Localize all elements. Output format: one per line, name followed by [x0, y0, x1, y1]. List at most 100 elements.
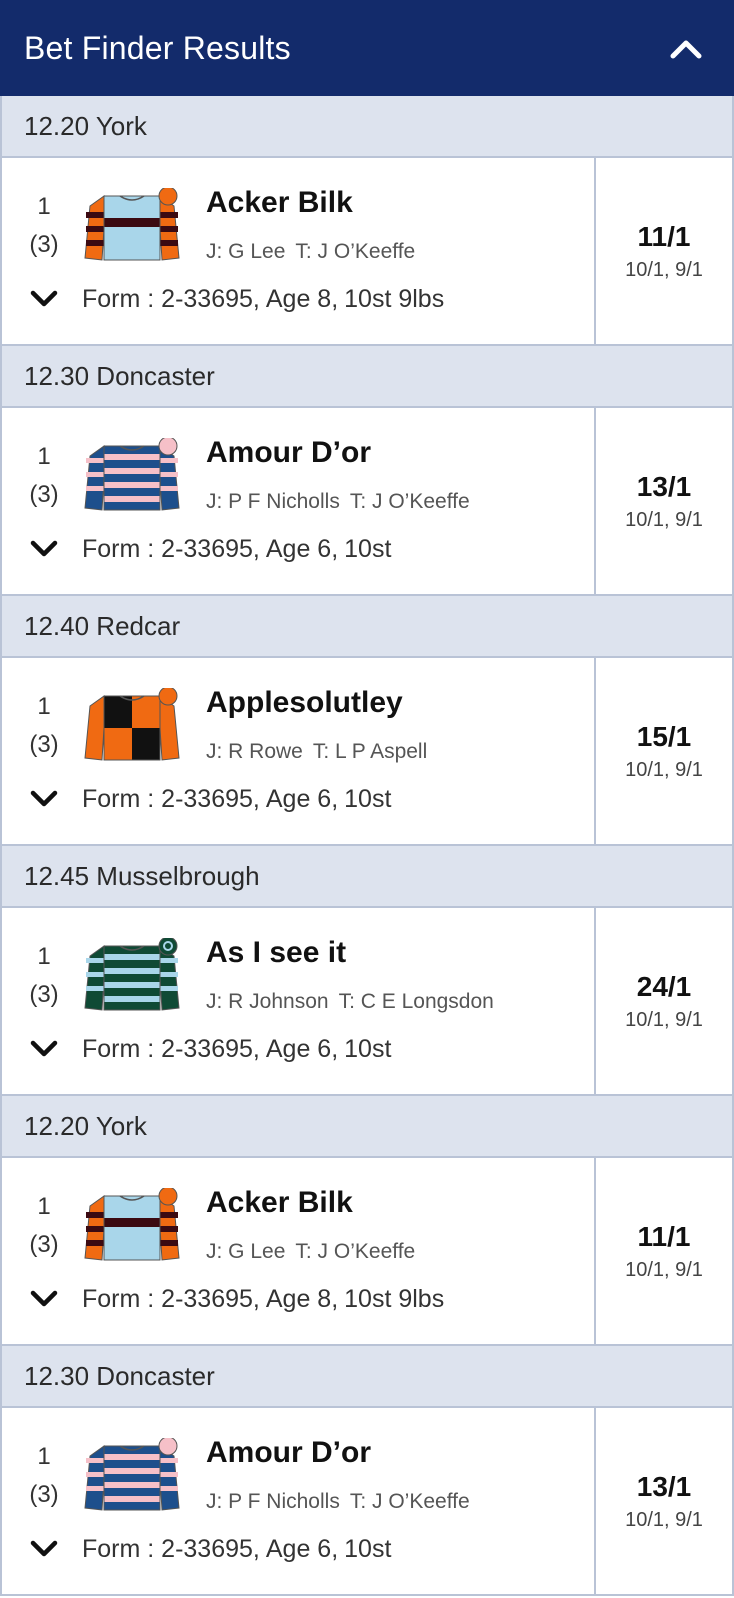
jockey-name: J: G Lee	[206, 1240, 286, 1263]
expand-button[interactable]	[28, 288, 60, 314]
race-header[interactable]: 12.45 Musselbrough	[2, 846, 732, 908]
runner-position-block: 1 (3)	[24, 438, 64, 514]
race-label: 12.30 Doncaster	[24, 1360, 215, 1391]
runner-row: 1 (3) Acker Bilk J: G Lee T: J O’Keeffe F…	[2, 1158, 732, 1346]
bet-finder-results-panel: Bet Finder Results 12.20 York 1 (3) Acke…	[0, 0, 734, 1598]
form-summary: Form : 2-33695, Age 8, 10st 9lbs	[82, 1285, 444, 1314]
race-header[interactable]: 12.30 Doncaster	[2, 1346, 732, 1408]
previous-odds: 10/1, 9/1	[625, 1258, 703, 1281]
draw-number: (3)	[29, 731, 59, 758]
horse-name[interactable]: As I see it	[206, 936, 346, 970]
jockey-trainer: J: G Lee T: J O’Keeffe	[206, 240, 415, 264]
collapse-button[interactable]	[666, 28, 706, 68]
race-header[interactable]: 12.30 Doncaster	[2, 346, 732, 408]
horse-name[interactable]: Applesolutley	[206, 686, 403, 720]
runner-position-block: 1 (3)	[24, 1438, 64, 1514]
jockey-name: J: R Rowe	[206, 740, 303, 763]
race-label: 12.45 Musselbrough	[24, 860, 260, 891]
trainer-name: T: L P Aspell	[312, 740, 428, 763]
odds-button[interactable]: 11/1 10/1, 9/1	[596, 158, 732, 344]
horse-weight: 10st 9lbs	[344, 1285, 445, 1313]
form-figures: Form : 2-33695,	[82, 1035, 260, 1063]
jockey-name: J: P F Nicholls	[206, 1490, 340, 1513]
current-odds: 15/1	[636, 720, 692, 752]
runner-details: 1 (3) Amour D’or J: P F Nicholls T: J O’K…	[2, 408, 596, 594]
draw-number: (3)	[29, 1481, 59, 1508]
runner-position-block: 1 (3)	[24, 188, 64, 264]
jockey-silk-icon	[82, 1436, 182, 1516]
previous-odds: 10/1, 9/1	[625, 508, 703, 531]
horse-weight: 10st	[344, 1535, 392, 1563]
expand-button[interactable]	[28, 1038, 60, 1064]
form-figures: Form : 2-33695,	[82, 1285, 260, 1313]
jockey-silk-icon	[82, 686, 182, 766]
form-figures: Form : 2-33695,	[82, 1535, 260, 1563]
horse-weight: 10st	[344, 1035, 392, 1063]
runner-row: 1 (3) Amour D’or J: P F Nicholls T: J O’K…	[2, 1408, 732, 1596]
horse-weight: 10st	[344, 535, 392, 563]
jockey-trainer: J: G Lee T: J O’Keeffe	[206, 1240, 415, 1264]
chevron-up-icon	[670, 40, 702, 59]
draw-number: (3)	[29, 1231, 59, 1258]
jockey-silk-icon	[82, 936, 182, 1016]
horse-name[interactable]: Amour D’or	[206, 1436, 371, 1470]
horse-age: Age 6,	[265, 1035, 339, 1063]
finish-position: 1	[37, 443, 51, 470]
odds-button[interactable]: 13/1 10/1, 9/1	[596, 1408, 732, 1594]
runner-row: 1 (3) As I see it J: R Johnson T: C E Lon…	[2, 908, 732, 1096]
odds-button[interactable]: 11/1 10/1, 9/1	[596, 1158, 732, 1344]
runner-details: 1 (3) Amour D’or J: P F Nicholls T: J O’K…	[2, 1408, 596, 1594]
horse-age: Age 6,	[265, 1535, 339, 1563]
odds-button[interactable]: 24/1 10/1, 9/1	[596, 908, 732, 1094]
form-summary: Form : 2-33695, Age 8, 10st 9lbs	[82, 285, 444, 314]
finish-position: 1	[37, 193, 51, 220]
jockey-trainer: J: R Johnson T: C E Longsdon	[206, 990, 494, 1014]
jockey-name: J: R Johnson	[206, 990, 329, 1013]
jockey-silk-icon	[82, 436, 182, 516]
form-summary: Form : 2-33695, Age 6, 10st	[82, 785, 391, 814]
chevron-down-icon	[30, 1040, 58, 1057]
expand-button[interactable]	[28, 1288, 60, 1314]
finish-position: 1	[37, 1443, 51, 1470]
runner-position-block: 1 (3)	[24, 1188, 64, 1264]
runner-details: 1 (3) As I see it J: R Johnson T: C E Lon…	[2, 908, 596, 1094]
runner-details: 1 (3) Acker Bilk J: G Lee T: J O’Keeffe F…	[2, 1158, 596, 1344]
draw-number: (3)	[29, 981, 59, 1008]
horse-name[interactable]: Amour D’or	[206, 436, 371, 470]
expand-button[interactable]	[28, 788, 60, 814]
runner-row: 1 (3) Applesolutley J: R Rowe T: L P Aspe…	[2, 658, 732, 846]
jockey-name: J: P F Nicholls	[206, 490, 340, 513]
race-label: 12.30 Doncaster	[24, 360, 215, 391]
jockey-trainer: J: P F Nicholls T: J O’Keeffe	[206, 1490, 470, 1514]
current-odds: 13/1	[636, 470, 692, 502]
chevron-down-icon	[30, 290, 58, 307]
draw-number: (3)	[29, 481, 59, 508]
odds-button[interactable]: 15/1 10/1, 9/1	[596, 658, 732, 844]
finish-position: 1	[37, 1193, 51, 1220]
trainer-name: T: C E Longsdon	[338, 990, 494, 1013]
header-title: Bet Finder Results	[24, 29, 291, 66]
results-header: Bet Finder Results	[0, 0, 734, 96]
current-odds: 11/1	[637, 220, 691, 252]
current-odds: 13/1	[636, 1470, 692, 1502]
horse-name[interactable]: Acker Bilk	[206, 186, 353, 220]
horse-weight: 10st 9lbs	[344, 285, 445, 313]
form-figures: Form : 2-33695,	[82, 535, 260, 563]
current-odds: 11/1	[637, 1220, 691, 1252]
horse-age: Age 8,	[265, 285, 339, 313]
expand-button[interactable]	[28, 1538, 60, 1564]
form-figures: Form : 2-33695,	[82, 285, 260, 313]
horse-age: Age 6,	[265, 535, 339, 563]
race-header[interactable]: 12.20 York	[2, 96, 732, 158]
runner-position-block: 1 (3)	[24, 688, 64, 764]
form-summary: Form : 2-33695, Age 6, 10st	[82, 535, 391, 564]
race-header[interactable]: 12.20 York	[2, 1096, 732, 1158]
race-header[interactable]: 12.40 Redcar	[2, 596, 732, 658]
race-label: 12.20 York	[24, 1110, 147, 1141]
horse-name[interactable]: Acker Bilk	[206, 1186, 353, 1220]
odds-button[interactable]: 13/1 10/1, 9/1	[596, 408, 732, 594]
chevron-down-icon	[30, 1290, 58, 1307]
jockey-silk-icon	[82, 186, 182, 266]
race-label: 12.20 York	[24, 110, 147, 141]
expand-button[interactable]	[28, 538, 60, 564]
